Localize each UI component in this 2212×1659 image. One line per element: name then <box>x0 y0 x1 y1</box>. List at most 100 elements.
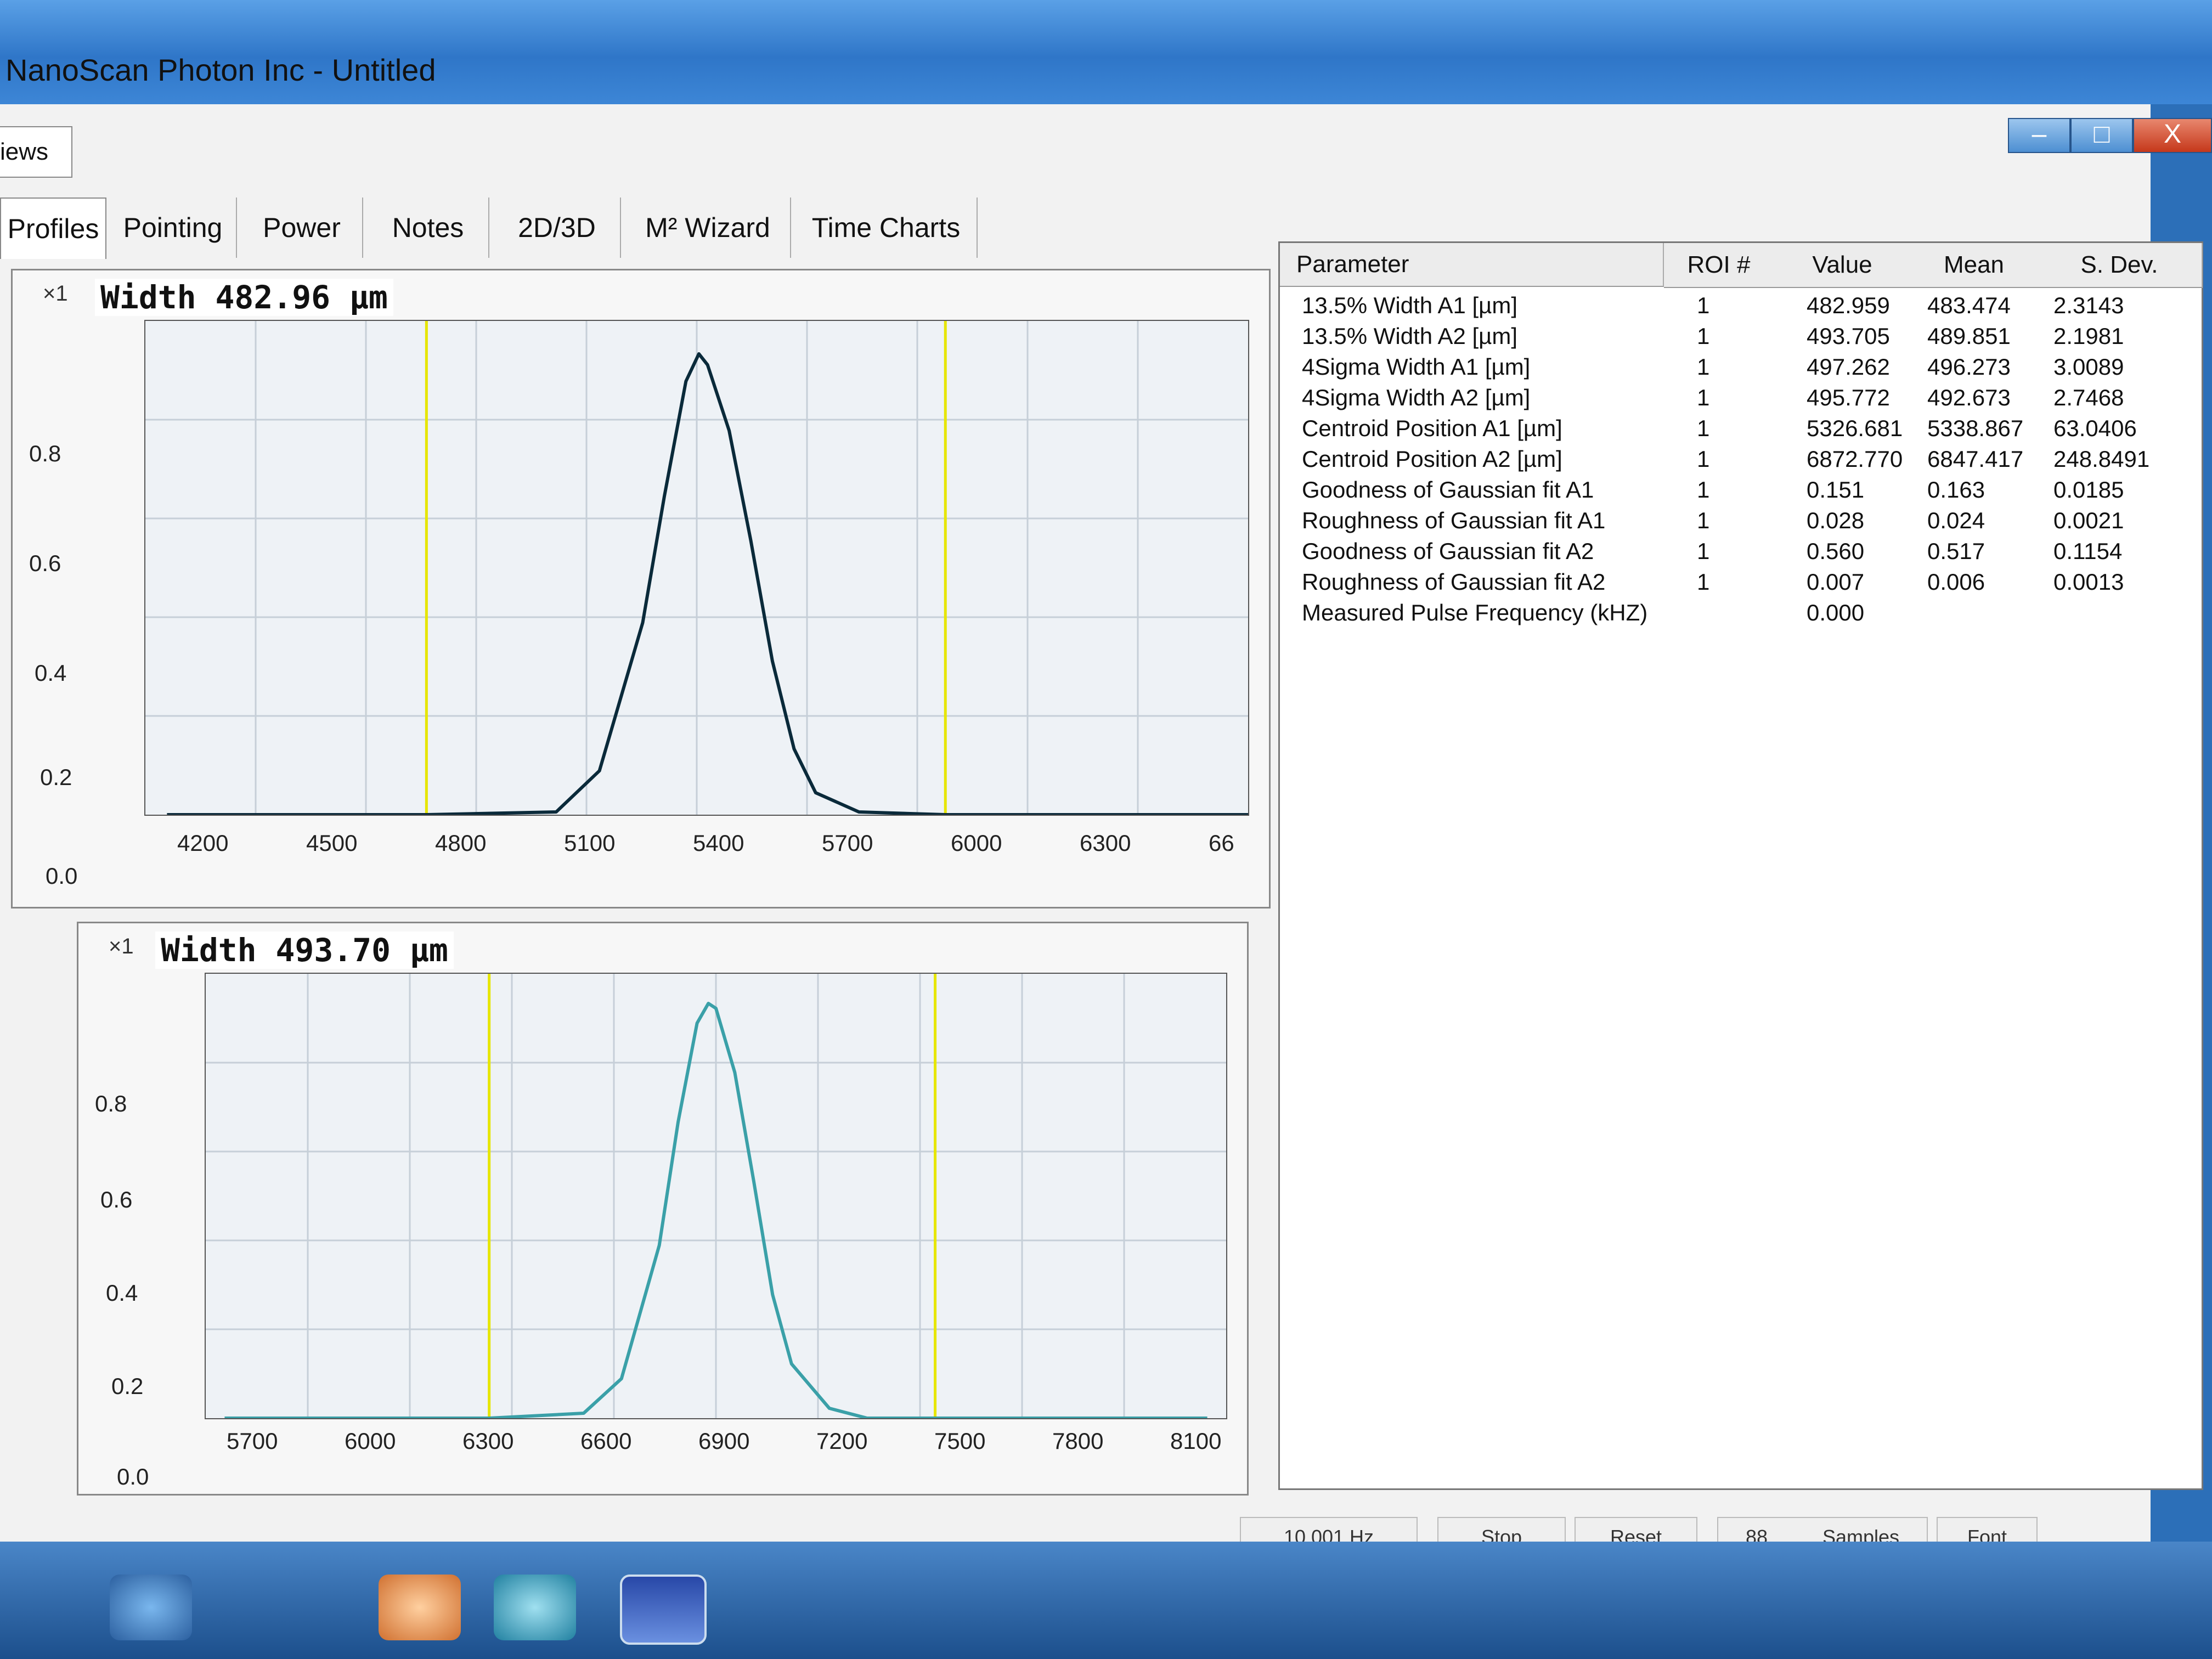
param-sdev: 3.0089 <box>2053 354 2124 380</box>
profile-series-line <box>167 352 1248 816</box>
views-tab[interactable]: iews <box>0 126 72 178</box>
param-value: 0.151 <box>1807 477 1865 503</box>
param-value: 493.705 <box>1807 323 1890 349</box>
window-controls: – □ X <box>2008 118 2212 153</box>
table-row[interactable]: Goodness of Gaussian fit A2 1 0.560 0.517 0.… <box>1280 538 2202 569</box>
graph2-ytick: 0.0 <box>117 1464 149 1489</box>
table-row[interactable]: 13.5% Width A2 [µm] 1 493.705 489.851 2.1981 <box>1280 323 2202 354</box>
taskbar <box>0 1542 2212 1659</box>
graph1-xtick: 4500 <box>306 830 358 856</box>
app-client-area: iews Profiles Pointing Power Notes 2D/3D… <box>0 104 2203 1649</box>
title-bar: NanoScan Photon Inc - Untitled <box>0 0 2212 104</box>
graph1-ytick: 0.2 <box>40 764 72 790</box>
param-sdev: 0.1154 <box>2053 538 2123 564</box>
tab-2d3d[interactable]: 2D/3D <box>494 198 621 258</box>
param-mean: 492.673 <box>1927 385 2011 410</box>
param-value: 495.772 <box>1807 385 1890 410</box>
views-tab-label: iews <box>0 138 49 165</box>
graph1-xtick: 66 <box>1209 830 1234 856</box>
graph1-svg <box>145 321 1248 816</box>
param-value: 0.000 <box>1807 600 1865 625</box>
table-row[interactable]: Measured Pulse Frequency (kHZ) 0.000 <box>1280 600 2202 630</box>
param-name: Goodness of Gaussian fit A1 <box>1302 477 1594 503</box>
param-roi: 1 <box>1697 477 1710 503</box>
table-row[interactable]: Roughness of Gaussian fit A2 1 0.007 0.006 0… <box>1280 569 2202 600</box>
start-orb-icon[interactable] <box>110 1575 192 1640</box>
tab-m2-wizard[interactable]: M² Wizard <box>625 198 791 258</box>
table-row[interactable]: Goodness of Gaussian fit A1 1 0.151 0.163 0.… <box>1280 477 2202 507</box>
param-roi: 1 <box>1697 569 1710 595</box>
param-name: Roughness of Gaussian fit A2 <box>1302 569 1606 595</box>
graph1-xtick: 5400 <box>693 830 744 856</box>
param-mean: 0.024 <box>1927 507 1985 533</box>
graph2-title: Width 493.70 µm <box>155 932 454 969</box>
param-sdev: 0.0013 <box>2053 569 2124 595</box>
param-name: Roughness of Gaussian fit A1 <box>1302 507 1606 533</box>
param-roi: 1 <box>1697 415 1710 441</box>
param-mean: 6847.417 <box>1927 446 2024 472</box>
table-row[interactable]: Roughness of Gaussian fit A1 1 0.028 0.024 0… <box>1280 507 2202 538</box>
param-mean: 0.163 <box>1927 477 1985 503</box>
param-mean: 0.006 <box>1927 569 1985 595</box>
close-button[interactable]: X <box>2133 118 2212 153</box>
param-mean: 489.851 <box>1927 323 2011 349</box>
graph2-plot-area[interactable] <box>205 973 1227 1420</box>
col-header-roi[interactable]: ROI # <box>1664 243 1775 288</box>
param-name: Centroid Position A1 [µm] <box>1302 415 1562 441</box>
param-roi: 1 <box>1697 292 1710 318</box>
graph1-xtick: 6300 <box>1080 830 1131 856</box>
profile-graph-a1: ×1 Width 482.96 µm 0.8 0.6 0.4 0.2 0.0 4… <box>11 269 1271 909</box>
param-value: 497.262 <box>1807 354 1890 380</box>
minimize-button[interactable]: – <box>2008 118 2070 153</box>
graph2-multiplier: ×1 <box>109 934 134 958</box>
param-roi: 1 <box>1697 507 1710 533</box>
graph2-xtick: 6300 <box>462 1428 514 1454</box>
table-row[interactable]: 13.5% Width A1 [µm] 1 482.959 483.474 2.3143 <box>1280 292 2202 323</box>
graph2-xtick: 5700 <box>227 1428 278 1454</box>
param-roi: 1 <box>1697 323 1710 349</box>
param-value: 0.007 <box>1807 569 1865 595</box>
graph2-ytick: 0.8 <box>95 1091 127 1116</box>
graph2-xtick: 8100 <box>1170 1428 1222 1454</box>
graph1-xtick: 6000 <box>951 830 1002 856</box>
graph2-xtick: 6600 <box>580 1428 632 1454</box>
graph2-xtick: 6900 <box>698 1428 750 1454</box>
graph1-xtick: 5100 <box>564 830 616 856</box>
app-icon[interactable] <box>494 1575 576 1640</box>
param-value: 5326.681 <box>1807 415 1903 441</box>
graph2-ytick: 0.6 <box>100 1187 133 1212</box>
table-row[interactable]: Centroid Position A1 [µm] 1 5326.681 5338.8… <box>1280 415 2202 446</box>
graph2-ytick: 0.2 <box>111 1373 144 1399</box>
param-mean: 483.474 <box>1927 292 2011 318</box>
window-title: NanoScan Photon Inc - Untitled <box>5 53 436 87</box>
param-roi: 1 <box>1697 446 1710 472</box>
table-row[interactable]: 4Sigma Width A2 [µm] 1 495.772 492.673 2.746… <box>1280 385 2202 415</box>
col-header-sdev[interactable]: S. Dev. <box>2037 243 2203 288</box>
graph2-xtick: 7200 <box>816 1428 868 1454</box>
graph1-plot-area[interactable] <box>144 320 1249 816</box>
table-row[interactable]: Centroid Position A2 [µm] 1 6872.770 6847.4… <box>1280 446 2202 477</box>
graph1-ytick: 0.4 <box>35 660 67 686</box>
col-header-value[interactable]: Value <box>1774 243 1912 288</box>
tab-pointing[interactable]: Pointing <box>110 198 237 258</box>
tab-power[interactable]: Power <box>241 198 363 258</box>
browser-icon[interactable] <box>379 1575 461 1640</box>
nanoscan-taskbar-icon[interactable] <box>620 1575 707 1645</box>
tab-time-charts[interactable]: Time Charts <box>795 198 978 258</box>
table-row[interactable]: 4Sigma Width A1 [µm] 1 497.262 496.273 3.008… <box>1280 354 2202 385</box>
param-sdev: 248.8491 <box>2053 446 2150 472</box>
param-value: 6872.770 <box>1807 446 1903 472</box>
graph2-svg <box>206 974 1226 1420</box>
param-mean: 0.517 <box>1927 538 1985 564</box>
maximize-button[interactable]: □ <box>2070 118 2133 153</box>
param-name: Goodness of Gaussian fit A2 <box>1302 538 1594 564</box>
param-name: Centroid Position A2 [µm] <box>1302 446 1562 472</box>
col-header-parameter[interactable]: Parameter <box>1280 243 1664 287</box>
param-name: 13.5% Width A1 [µm] <box>1302 292 1518 318</box>
param-roi: 1 <box>1697 354 1710 380</box>
graph1-xtick: 4800 <box>435 830 487 856</box>
tab-notes[interactable]: Notes <box>368 198 489 258</box>
param-sdev: 63.0406 <box>2053 415 2137 441</box>
tab-profiles[interactable]: Profiles <box>0 198 106 259</box>
col-header-mean[interactable]: Mean <box>1911 243 2038 288</box>
